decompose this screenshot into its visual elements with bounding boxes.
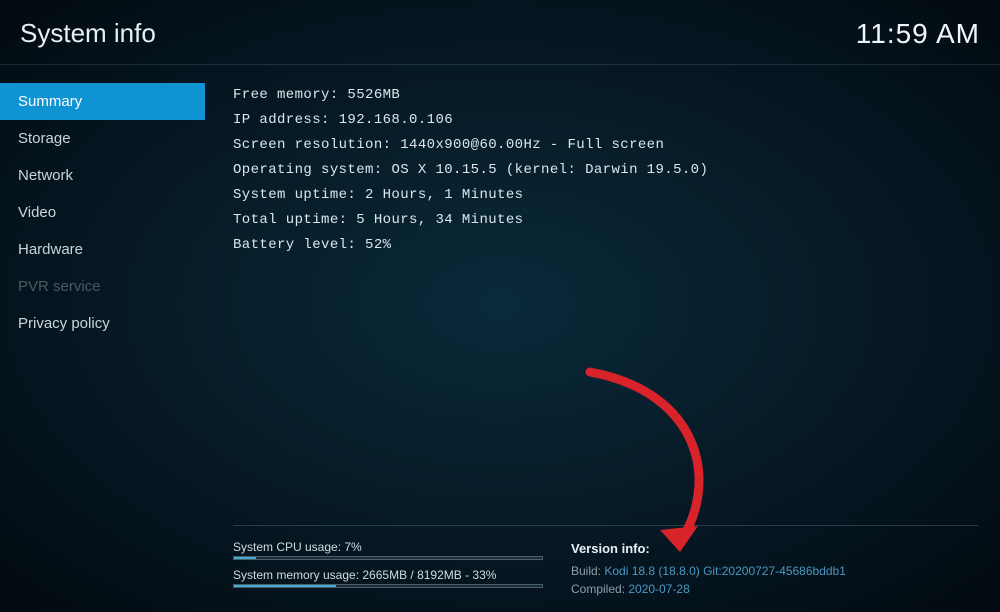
info-value: OS X 10.15.5 (kernel: Darwin 19.5.0) — [391, 162, 708, 178]
version-build-key: Build: — [571, 564, 604, 578]
sidebar-item-pvr-service: PVR service — [0, 268, 205, 305]
cpu-usage-meter: System CPU usage: 7% — [233, 540, 543, 560]
sidebar-item-privacy-policy[interactable]: Privacy policy — [0, 305, 205, 342]
cpu-usage-bar — [233, 556, 543, 560]
sidebar-item-label: Hardware — [18, 241, 83, 258]
info-screen-resolution: Screen resolution: 1440x900@60.00Hz - Fu… — [233, 133, 978, 158]
info-label: Operating system: — [233, 162, 391, 178]
page-title: System info — [20, 18, 156, 49]
body: Summary Storage Network Video Hardware P… — [0, 65, 1000, 612]
sidebar-item-summary[interactable]: Summary — [0, 83, 205, 120]
footer: System CPU usage: 7% System memory usage… — [233, 525, 978, 598]
info-label: Screen resolution: — [233, 137, 400, 153]
main-panel: Free memory: 5526MB IP address: 192.168.… — [205, 65, 1000, 612]
cpu-usage-fill — [234, 557, 256, 559]
sidebar-item-video[interactable]: Video — [0, 194, 205, 231]
sidebar-item-label: Privacy policy — [18, 315, 110, 332]
info-value: 5526MB — [347, 87, 400, 103]
clock: 11:59 AM — [856, 18, 980, 50]
version-info-title: Version info: — [571, 540, 978, 558]
info-operating-system: Operating system: OS X 10.15.5 (kernel: … — [233, 158, 978, 183]
version-build: Build: Kodi 18.8 (18.8.0) Git:20200727-4… — [571, 562, 978, 580]
sidebar: Summary Storage Network Video Hardware P… — [0, 65, 205, 612]
sidebar-item-label: Video — [18, 204, 56, 221]
sidebar-item-label: PVR service — [18, 278, 101, 295]
sidebar-item-hardware[interactable]: Hardware — [0, 231, 205, 268]
version-compiled-value: 2020-07-28 — [628, 582, 689, 596]
sidebar-item-label: Network — [18, 167, 73, 184]
version-compiled-key: Compiled: — [571, 582, 628, 596]
sidebar-item-network[interactable]: Network — [0, 157, 205, 194]
summary-info: Free memory: 5526MB IP address: 192.168.… — [233, 83, 978, 525]
version-build-value: Kodi 18.8 (18.8.0) Git:20200727-45686bdd… — [604, 564, 846, 578]
info-value: 5 Hours, 34 Minutes — [356, 212, 523, 228]
info-system-uptime: System uptime: 2 Hours, 1 Minutes — [233, 183, 978, 208]
info-label: Battery level: — [233, 237, 365, 253]
memory-usage-meter: System memory usage: 2665MB / 8192MB - 3… — [233, 568, 543, 588]
info-free-memory: Free memory: 5526MB — [233, 83, 978, 108]
info-label: Total uptime: — [233, 212, 356, 228]
info-label: IP address: — [233, 112, 339, 128]
cpu-usage-label: System CPU usage: 7% — [233, 540, 543, 554]
sidebar-item-storage[interactable]: Storage — [0, 120, 205, 157]
memory-usage-label: System memory usage: 2665MB / 8192MB - 3… — [233, 568, 543, 582]
header: System info 11:59 AM — [0, 0, 1000, 58]
info-value: 1440x900@60.00Hz - Full screen — [400, 137, 664, 153]
memory-usage-fill — [234, 585, 336, 587]
info-ip-address: IP address: 192.168.0.106 — [233, 108, 978, 133]
info-total-uptime: Total uptime: 5 Hours, 34 Minutes — [233, 208, 978, 233]
sidebar-item-label: Summary — [18, 93, 82, 110]
version-info: Version info: Build: Kodi 18.8 (18.8.0) … — [571, 540, 978, 598]
info-value: 192.168.0.106 — [339, 112, 453, 128]
sidebar-item-label: Storage — [18, 130, 71, 147]
memory-usage-bar — [233, 584, 543, 588]
info-label: System uptime: — [233, 187, 365, 203]
version-compiled: Compiled: 2020-07-28 — [571, 580, 978, 598]
info-label: Free memory: — [233, 87, 347, 103]
info-value: 52% — [365, 237, 391, 253]
info-value: 2 Hours, 1 Minutes — [365, 187, 523, 203]
info-battery-level: Battery level: 52% — [233, 233, 978, 258]
usage-meters: System CPU usage: 7% System memory usage… — [233, 540, 543, 598]
